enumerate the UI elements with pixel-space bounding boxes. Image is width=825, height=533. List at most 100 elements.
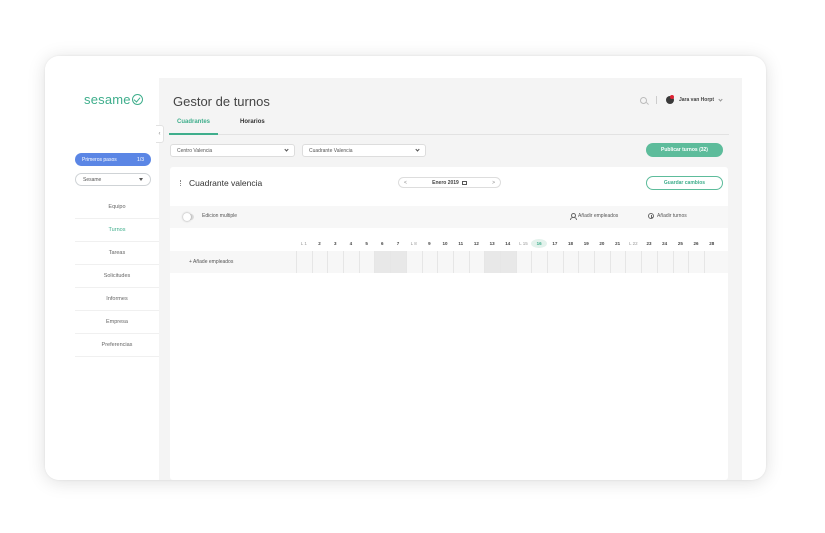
center-select-value: Centro Valencia [177, 147, 213, 154]
sidebar-item-turnos[interactable]: Turnos [75, 219, 159, 242]
add-shifts-button[interactable]: Añadir turnos [648, 213, 687, 219]
shift-cell[interactable] [296, 251, 312, 273]
logo-text: sesame [84, 92, 131, 107]
shift-cell[interactable] [358, 251, 375, 273]
shift-cell[interactable] [484, 251, 500, 273]
collapse-sidebar-button[interactable]: ‹ [156, 125, 164, 143]
sidebar-item-informes[interactable]: Informes [75, 288, 159, 311]
day-header: L 1 [300, 241, 307, 246]
center-select[interactable]: Centro Valencia [170, 144, 295, 157]
tab-cuadrantes[interactable]: Cuadrantes [169, 112, 219, 135]
shift-cell[interactable] [656, 251, 673, 273]
day-header: 26 [693, 241, 699, 246]
day-header: 18 [568, 241, 574, 246]
shift-cell[interactable] [625, 251, 641, 273]
month-label[interactable]: Enero 2019 [432, 180, 467, 186]
day-header: 17 [552, 241, 558, 246]
chevron-down-icon[interactable] [718, 96, 723, 102]
shift-cell[interactable] [421, 251, 438, 273]
add-employees-label: Añadir empleados [578, 213, 619, 219]
sesame-logo[interactable]: sesame [84, 92, 143, 107]
day-header: L 22 [628, 241, 638, 246]
shift-cell[interactable] [515, 251, 532, 273]
shift-cell[interactable] [327, 251, 343, 273]
shift-cell[interactable] [468, 251, 485, 273]
chevron-down-icon [415, 147, 420, 152]
shift-cell[interactable] [562, 251, 579, 273]
first-steps-button[interactable]: Primeros pasos 1/3 [75, 153, 151, 166]
drag-handle-icon[interactable] [180, 180, 182, 186]
shift-cell[interactable] [374, 251, 391, 273]
panel-title: Cuadrante valencia [189, 178, 263, 188]
day-header: 4 [349, 241, 353, 246]
day-header: 25 [677, 241, 683, 246]
main-content: Gestor de turnos Jara van Horpt Cuadrant… [159, 78, 742, 480]
sidebar-item-empresa[interactable]: Empresa [75, 311, 159, 334]
shift-cell[interactable] [641, 251, 657, 273]
add-shifts-label: Añadir turnos [657, 213, 687, 219]
sidebar-nav: Equipo Turnos Tareas Solicitudes Informe… [75, 196, 159, 357]
roster-select-value: Cuadrante Valencia [309, 147, 353, 154]
shift-cell[interactable] [437, 251, 453, 273]
month-navigator: < Enero 2019 > [398, 177, 501, 188]
day-header: 23 [646, 241, 652, 246]
day-header: 11 [458, 241, 464, 246]
shift-cell[interactable] [547, 251, 563, 273]
employee-row: + Añade empleados [170, 251, 728, 273]
search-icon[interactable] [639, 96, 647, 104]
page-title: Gestor de turnos [173, 94, 270, 109]
shift-cell[interactable] [672, 251, 689, 273]
day-header: 19 [583, 241, 589, 246]
app-window: sesame Primeros pasos 1/3 Sesame Equipo … [45, 56, 766, 480]
sidebar-item-preferencias[interactable]: Preferencias [75, 334, 159, 357]
header-divider [655, 96, 657, 104]
avatar[interactable] [665, 95, 674, 104]
check-icon [131, 94, 143, 105]
day-header: 12 [473, 241, 479, 246]
day-header: L 15 [519, 241, 528, 246]
day-header: 20 [599, 241, 605, 246]
sidebar-item-equipo[interactable]: Equipo [75, 196, 159, 219]
sidebar-item-solicitudes[interactable]: Solicitudes [75, 265, 159, 288]
prev-month-button[interactable]: < [404, 180, 407, 186]
shift-cell[interactable] [578, 251, 594, 273]
month-text: Enero 2019 [432, 179, 459, 186]
first-steps-label: Primeros pasos [82, 156, 117, 163]
calendar-days-header: L 1234567L 8 9 10 11 12 13 14 L 15 16 17 18 19 20 21 L… [296, 239, 728, 248]
shift-grid [296, 251, 720, 273]
shift-cell[interactable] [311, 251, 328, 273]
shift-cell[interactable] [594, 251, 610, 273]
shift-cell[interactable] [390, 251, 406, 273]
day-header: 21 [615, 241, 621, 246]
multi-edit-toggle[interactable] [183, 213, 194, 221]
shift-cell[interactable] [343, 251, 359, 273]
tab-horarios[interactable]: Horarios [232, 112, 273, 135]
shift-cell[interactable] [531, 251, 547, 273]
clock-icon [648, 213, 654, 219]
add-employees-button[interactable]: Añadir empleados [570, 213, 619, 220]
day-header: 6 [381, 241, 384, 246]
day-header: 2 [318, 241, 321, 246]
calendar-icon [461, 180, 467, 185]
roster-select[interactable]: Cuadrante Valencia [302, 144, 426, 157]
shift-cell[interactable] [609, 251, 626, 273]
shift-cell[interactable] [703, 251, 720, 273]
tabs: Cuadrantes Horarios [169, 112, 729, 135]
first-steps-progress: 1/3 [137, 156, 144, 163]
panel-toolbar: Edicion multiple Añadir empleados Añadir… [170, 206, 728, 228]
publish-shifts-button[interactable]: Publicar turnos (32) [646, 143, 723, 157]
next-month-button[interactable]: > [492, 180, 495, 186]
shift-cell[interactable] [405, 251, 422, 273]
day-header: 13 [489, 241, 495, 246]
sidebar-item-tareas[interactable]: Tareas [75, 242, 159, 265]
shift-cell[interactable] [499, 251, 516, 273]
day-header: 7 [396, 241, 400, 246]
company-select[interactable]: Sesame [75, 173, 151, 186]
shift-cell[interactable] [688, 251, 704, 273]
company-select-value: Sesame [83, 176, 102, 183]
user-name[interactable]: Jara van Horpt [679, 97, 714, 103]
save-changes-button[interactable]: Guardar cambios [646, 176, 723, 190]
day-header: 3 [333, 241, 337, 246]
shift-cell[interactable] [452, 251, 469, 273]
add-employee-row-button[interactable]: + Añade empleados [189, 259, 233, 265]
